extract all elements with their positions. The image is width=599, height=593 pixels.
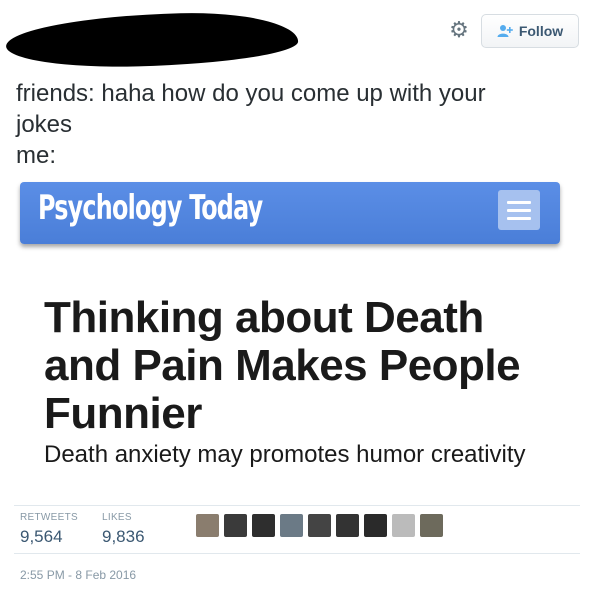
article-subheadline: Death anxiety may promotes humor creativ… (44, 441, 526, 468)
tweet-line: jokes (16, 111, 73, 138)
follow-button[interactable]: Follow (481, 14, 579, 48)
gear-icon[interactable]: ⚙ (448, 20, 470, 42)
retweets-stat[interactable]: RETWEETS 9,564 (20, 512, 78, 547)
add-user-icon (497, 24, 513, 38)
retweets-label: RETWEETS (20, 512, 78, 523)
divider (14, 553, 580, 554)
likes-stat[interactable]: LIKES 9,836 (102, 512, 145, 547)
article-headline: Thinking about Death and Pain Makes Peop… (44, 293, 521, 438)
tweet-timestamp[interactable]: 2:55 PM - 8 Feb 2016 (20, 568, 136, 582)
liker-avatar[interactable] (252, 514, 275, 537)
liker-avatar[interactable] (364, 514, 387, 537)
liker-avatar[interactable] (392, 514, 415, 537)
tweet-text: friends: haha how do you come up with yo… (16, 78, 576, 171)
likes-count: 9,836 (102, 527, 145, 546)
hamburger-menu-icon (498, 190, 540, 230)
likers-avatars (196, 514, 443, 537)
divider (14, 505, 580, 506)
tweet-line: me: (16, 142, 57, 169)
redacted-user-name (5, 10, 299, 70)
psychology-today-header: Psychology Today (20, 182, 560, 244)
liker-avatar[interactable] (196, 514, 219, 537)
liker-avatar[interactable] (420, 514, 443, 537)
likes-label: LIKES (102, 512, 132, 523)
tweet-line: friends: haha how do you come up with yo… (16, 80, 486, 107)
liker-avatar[interactable] (280, 514, 303, 537)
psychology-today-logo: Psychology Today (38, 188, 263, 228)
retweets-count: 9,564 (20, 527, 63, 546)
follow-label: Follow (518, 23, 564, 39)
liker-avatar[interactable] (336, 514, 359, 537)
liker-avatar[interactable] (308, 514, 331, 537)
liker-avatar[interactable] (224, 514, 247, 537)
